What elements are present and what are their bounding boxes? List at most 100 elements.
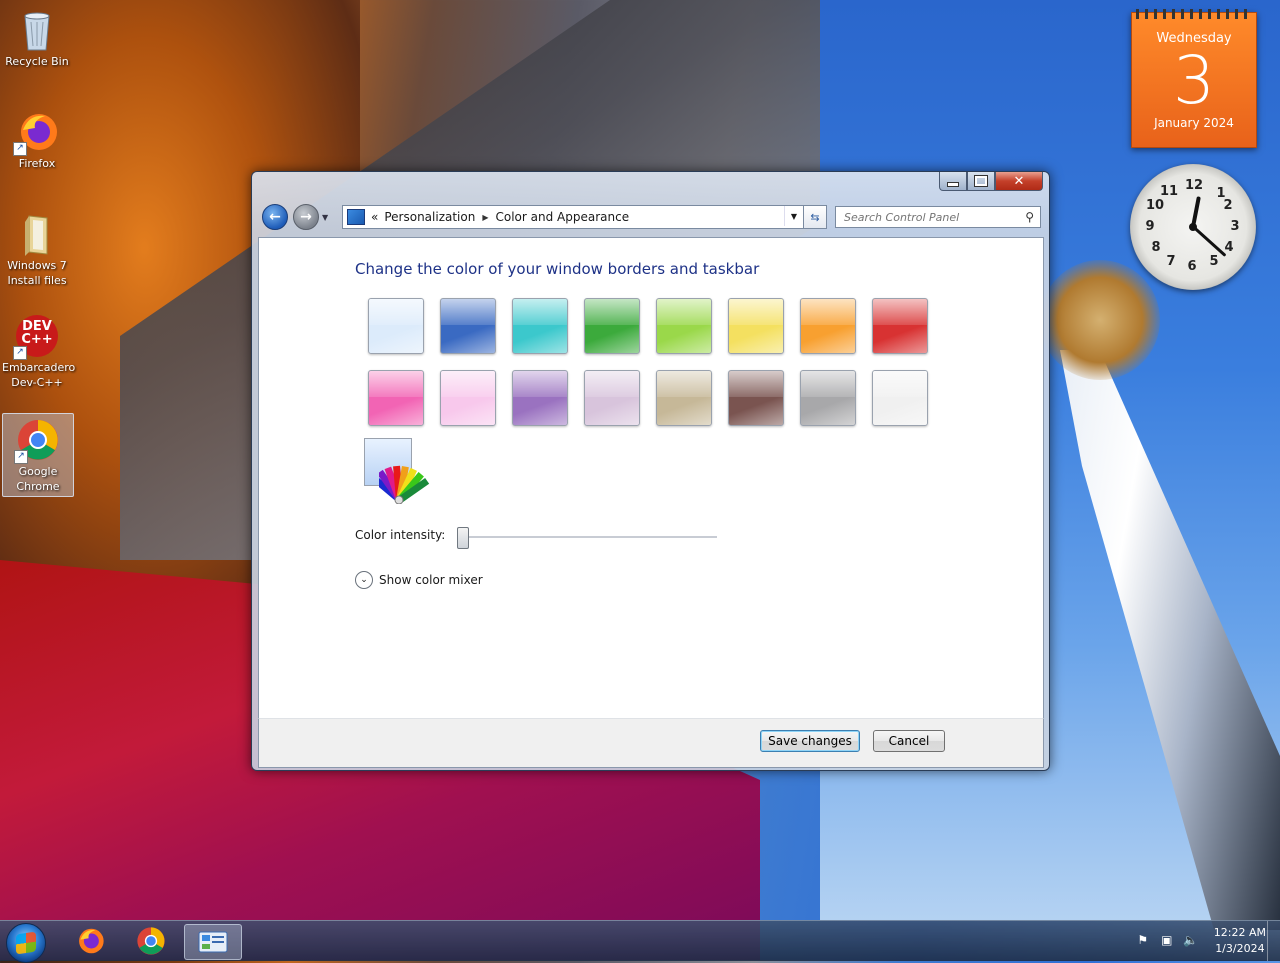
desktop-icon-recycle-bin[interactable]: Recycle Bin bbox=[2, 4, 72, 78]
color-swatch-taupe[interactable] bbox=[656, 370, 712, 426]
save-changes-button[interactable]: Save changes bbox=[760, 730, 860, 752]
taskbar: ⚑ ▣ 🔈 12:22 AM 1/3/2024 bbox=[0, 920, 1280, 963]
dev-cpp-logo-text: DEV C++ bbox=[21, 319, 53, 347]
color-swatch-sun[interactable] bbox=[800, 298, 856, 354]
page-title: Change the color of your window borders … bbox=[355, 260, 760, 278]
chevron-down-icon: ⌄ bbox=[355, 571, 373, 589]
system-tray: ⚑ ▣ 🔈 12:22 AM 1/3/2024 bbox=[1134, 925, 1266, 957]
desktop-icon-label: Google Chrome bbox=[16, 465, 60, 493]
calendar-day-number: 3 bbox=[1173, 42, 1215, 119]
minimize-icon bbox=[947, 181, 959, 187]
color-swatch-chocolate[interactable] bbox=[728, 370, 784, 426]
volume-muted-icon[interactable]: 🔈 bbox=[1182, 933, 1200, 949]
tray-time: 12:22 AM bbox=[1213, 926, 1266, 939]
desktop-icon-google-chrome[interactable]: ↗ Google Chrome bbox=[2, 413, 74, 497]
cancel-button[interactable]: Cancel bbox=[873, 730, 945, 752]
maximize-icon bbox=[974, 175, 988, 187]
refresh-icon: ⇆ bbox=[810, 210, 820, 224]
color-swatch-fuchsia[interactable] bbox=[368, 370, 424, 426]
color-intensity-slider-thumb[interactable] bbox=[457, 527, 469, 549]
color-swatch-sea[interactable] bbox=[512, 298, 568, 354]
control-panel-icon bbox=[198, 931, 228, 953]
desktop-icon-label: Windows 7 Install files bbox=[7, 259, 67, 287]
clock-numeral: 6 bbox=[1187, 259, 1197, 274]
control-panel-icon bbox=[347, 209, 365, 225]
clock-numeral: 9 bbox=[1145, 219, 1155, 234]
recent-pages-dropdown[interactable]: ▼ bbox=[322, 213, 334, 222]
color-fan-icon bbox=[371, 462, 431, 505]
color-swatch-leaf[interactable] bbox=[584, 298, 640, 354]
start-button[interactable] bbox=[6, 923, 46, 963]
clock-numeral: 3 bbox=[1230, 219, 1240, 234]
folder-icon bbox=[15, 212, 59, 256]
desktop-icon-label: Embarcadero Dev-C++ bbox=[2, 361, 76, 389]
color-swatch-frost[interactable] bbox=[872, 370, 928, 426]
color-intensity-slider-track[interactable] bbox=[459, 536, 717, 539]
color-and-appearance-window: ✕ ← → ▼ « Personalization ▶ Color and Ap… bbox=[251, 171, 1050, 771]
taskbar-firefox[interactable] bbox=[62, 924, 118, 958]
show-color-mixer-toggle[interactable]: ⌄ Show color mixer bbox=[355, 571, 483, 589]
shortcut-arrow-icon: ↗ bbox=[13, 142, 27, 156]
breadcrumb-separator-icon[interactable]: ▶ bbox=[482, 213, 488, 222]
chrome-icon: ↗ bbox=[14, 418, 60, 464]
search-icon[interactable]: ⚲ bbox=[1025, 210, 1034, 224]
close-button[interactable]: ✕ bbox=[995, 172, 1043, 191]
color-swatch-sky[interactable] bbox=[368, 298, 424, 354]
breadcrumb-overflow[interactable]: « bbox=[371, 210, 378, 224]
desktop-icon-embarcadero-dev-cpp[interactable]: DEV C++ ↗ Embarcadero Dev-C++ bbox=[2, 310, 76, 400]
clock-numeral: 11 bbox=[1160, 184, 1179, 199]
clock-numeral: 12 bbox=[1185, 178, 1204, 193]
address-dropdown-button[interactable]: ▼ bbox=[784, 206, 803, 226]
clock-numeral: 10 bbox=[1146, 198, 1165, 213]
network-icon[interactable]: ▣ bbox=[1158, 933, 1176, 949]
windows-logo-icon bbox=[16, 931, 36, 955]
calendar-gadget[interactable]: Wednesday 3 January 2024 bbox=[1131, 9, 1257, 148]
color-intensity-label: Color intensity: bbox=[355, 528, 446, 542]
maximize-button[interactable] bbox=[967, 172, 995, 191]
forward-arrow-icon: → bbox=[300, 209, 312, 225]
dialog-footer: Save changes Cancel bbox=[258, 718, 1044, 768]
address-bar[interactable]: « Personalization ▶ Color and Appearance… bbox=[342, 205, 804, 229]
tray-clock[interactable]: 12:22 AM 1/3/2024 bbox=[1214, 925, 1266, 957]
minimize-button[interactable] bbox=[939, 172, 967, 191]
firefox-icon: ↗ bbox=[13, 110, 59, 156]
taskbar-control-panel[interactable] bbox=[184, 924, 242, 960]
clock-numeral: 5 bbox=[1209, 254, 1219, 269]
desktop-icon-label: Recycle Bin bbox=[5, 55, 69, 68]
recycle-bin-icon bbox=[15, 8, 59, 52]
desktop-icon-windows-7-install-files[interactable]: Windows 7 Install files bbox=[2, 208, 72, 298]
shortcut-arrow-icon: ↗ bbox=[14, 450, 28, 464]
close-icon: ✕ bbox=[1013, 173, 1025, 189]
navigation-bar: ← → ▼ « Personalization ▶ Color and Appe… bbox=[262, 204, 1043, 230]
clock-numeral: 7 bbox=[1166, 254, 1176, 269]
clock-numeral: 8 bbox=[1151, 240, 1161, 255]
desktop-icon-firefox[interactable]: ↗ Firefox bbox=[2, 106, 72, 180]
color-swatch-twilight[interactable] bbox=[440, 298, 496, 354]
taskbar-chrome[interactable] bbox=[123, 924, 179, 958]
calendar-month-year: January 2024 bbox=[1154, 116, 1234, 130]
calendar-rings bbox=[1136, 9, 1252, 19]
dev-cpp-icon: DEV C++ ↗ bbox=[13, 314, 59, 360]
clock-gadget[interactable]: 12 1 2 3 4 5 6 7 8 9 10 11 bbox=[1130, 164, 1256, 290]
forward-button[interactable]: → bbox=[293, 204, 319, 230]
action-center-flag-icon[interactable]: ⚑ bbox=[1134, 933, 1152, 949]
desktop-icon-label: Firefox bbox=[18, 157, 56, 170]
color-swatch-pumpkin[interactable] bbox=[728, 298, 784, 354]
color-swatch-violet[interactable] bbox=[512, 370, 568, 426]
search-input[interactable] bbox=[842, 209, 1024, 225]
search-box[interactable]: ⚲ bbox=[835, 206, 1041, 228]
caption-buttons: ✕ bbox=[939, 172, 1043, 192]
tray-date: 1/3/2024 bbox=[1215, 942, 1265, 955]
clock-center bbox=[1189, 223, 1197, 231]
back-button[interactable]: ← bbox=[262, 204, 288, 230]
color-swatch-lime[interactable] bbox=[656, 298, 712, 354]
color-swatch-lavender[interactable] bbox=[584, 370, 640, 426]
color-swatch-ruby[interactable] bbox=[872, 298, 928, 354]
breadcrumb-personalization[interactable]: Personalization bbox=[384, 210, 475, 224]
color-swatch-blush[interactable] bbox=[440, 370, 496, 426]
breadcrumb-color-and-appearance[interactable]: Color and Appearance bbox=[495, 210, 629, 224]
show-desktop-button[interactable] bbox=[1267, 921, 1280, 961]
color-swatch-slate[interactable] bbox=[800, 370, 856, 426]
show-color-mixer-label: Show color mixer bbox=[379, 573, 483, 587]
refresh-button[interactable]: ⇆ bbox=[804, 205, 827, 229]
